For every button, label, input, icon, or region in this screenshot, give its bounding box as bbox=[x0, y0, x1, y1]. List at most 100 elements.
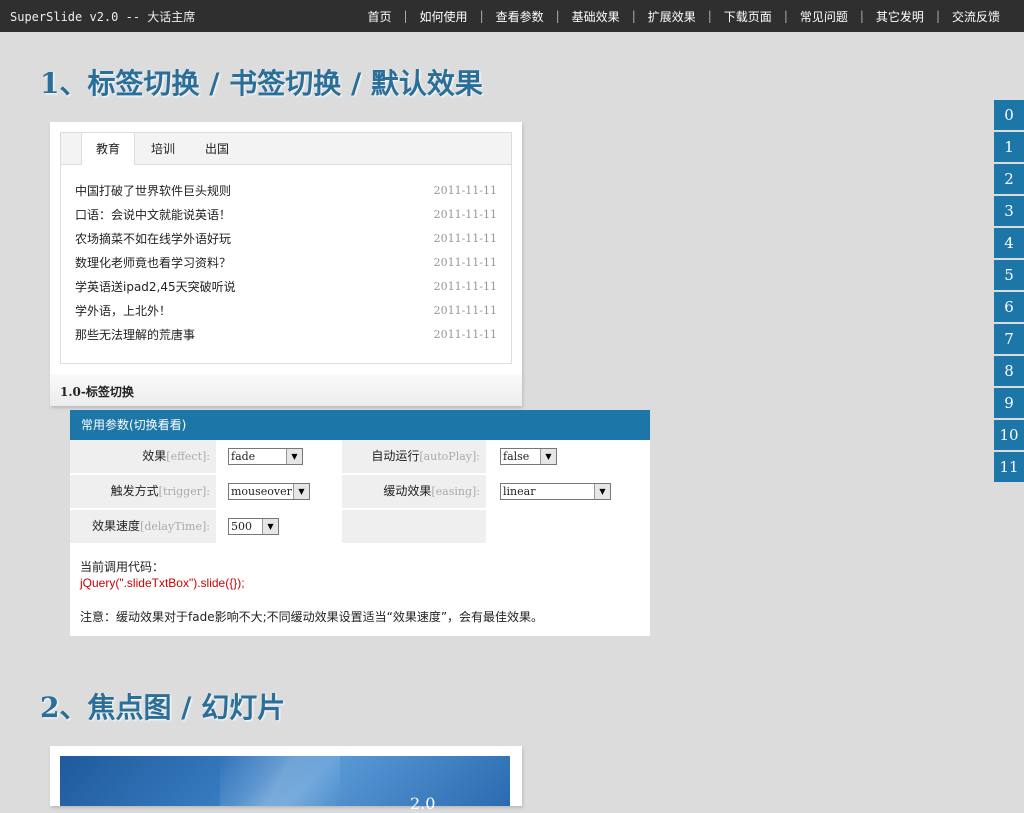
list-item: 中国打破了世界软件巨头规则 2011-11-11 bbox=[75, 179, 497, 203]
nav-view-params[interactable]: 查看参数 bbox=[484, 8, 556, 25]
easing-key: [easing]: bbox=[431, 485, 480, 498]
news-title-link[interactable]: 数理化老师竟也看学习资料？ bbox=[75, 251, 231, 275]
delay-label: 效果速度[delayTime]: bbox=[70, 510, 216, 543]
news-title-link[interactable]: 口语：会说中文就能说英语！ bbox=[75, 203, 231, 227]
news-title-link[interactable]: 中国打破了世界软件巨头规则 bbox=[75, 179, 231, 203]
chevron-down-icon: ▼ bbox=[594, 484, 610, 499]
nav-download[interactable]: 下载页面 bbox=[712, 8, 784, 25]
slideshow-card: 2.0 bbox=[50, 746, 522, 813]
nav-home[interactable]: 首页 bbox=[355, 8, 403, 25]
news-date: 2011-11-11 bbox=[433, 328, 497, 341]
list-item: 数理化老师竟也看学习资料？ 2011-11-11 bbox=[75, 251, 497, 275]
side-nav-item-2[interactable]: 2 bbox=[994, 164, 1024, 194]
tab-study-abroad[interactable]: 出国 bbox=[191, 133, 243, 165]
autoplay-key: [autoPlay]: bbox=[419, 450, 480, 463]
nav-other-inventions[interactable]: 其它发明 bbox=[864, 8, 936, 25]
news-date: 2011-11-11 bbox=[433, 280, 497, 293]
autoplay-cell: false ▼ bbox=[486, 440, 650, 473]
delay-value: 500 bbox=[231, 520, 252, 533]
nav-feedback[interactable]: 交流反馈 bbox=[940, 8, 1012, 25]
news-list: 中国打破了世界软件巨头规则 2011-11-11 口语：会说中文就能说英语！ 201… bbox=[75, 179, 497, 347]
slide-banner-image[interactable]: 2.0 bbox=[60, 756, 510, 813]
news-date: 2011-11-11 bbox=[433, 232, 497, 245]
side-nav-item-6[interactable]: 6 bbox=[994, 292, 1024, 322]
empty-label-cell bbox=[342, 510, 486, 543]
side-nav-item-11[interactable]: 11 bbox=[994, 452, 1024, 482]
code-snippet: jQuery(".slideTxtBox").slide({}); bbox=[80, 576, 245, 590]
demo-caption: 1.0-标签切换 bbox=[60, 385, 134, 399]
side-nav-item-8[interactable]: 8 bbox=[994, 356, 1024, 386]
site-brand[interactable]: SuperSlide v2.0 -- 大话主席 bbox=[10, 8, 195, 25]
banner-text: 2.0 bbox=[410, 794, 436, 813]
news-title-link[interactable]: 学外语，上北外！ bbox=[75, 299, 171, 323]
news-date: 2011-11-11 bbox=[433, 208, 497, 221]
trigger-value: mouseover bbox=[231, 485, 292, 498]
params-row: 效果[effect]: fade ▼ 自动运行[autoPlay]: false ▼ bbox=[70, 440, 650, 473]
autoplay-value: false bbox=[503, 450, 530, 463]
news-date: 2011-11-11 bbox=[433, 304, 497, 317]
slide-txt-box: 教育 培训 出国 中国打破了世界软件巨头规则 2011-11-11 口语：会说中文… bbox=[60, 132, 512, 364]
autoplay-label-text: 自动运行 bbox=[371, 449, 420, 463]
side-nav-item-7[interactable]: 7 bbox=[994, 324, 1024, 354]
section-title-tabs: 1、标签切换 / 书签切换 / 默认效果 bbox=[40, 67, 483, 100]
params-panel: 常用参数(切换看看) 效果[effect]: fade ▼ 自动运行[autoPl… bbox=[70, 410, 650, 636]
easing-label-text: 缓动效果 bbox=[383, 484, 432, 498]
chevron-down-icon: ▼ bbox=[262, 519, 278, 534]
params-row: 效果速度[delayTime]: 500 ▼ bbox=[70, 510, 650, 543]
list-item: 口语：会说中文就能说英语！ 2011-11-11 bbox=[75, 203, 497, 227]
easing-cell: linear ▼ bbox=[486, 475, 650, 508]
side-nav-item-5[interactable]: 5 bbox=[994, 260, 1024, 290]
effect-select[interactable]: fade ▼ bbox=[228, 448, 303, 465]
trigger-label-text: 触发方式 bbox=[110, 484, 159, 498]
news-title-link[interactable]: 学英语送ipad2,45天突破听说 bbox=[75, 275, 236, 299]
top-bar: SuperSlide v2.0 -- 大话主席 首页 | 如何使用 | 查看参数 | … bbox=[0, 0, 1024, 32]
list-item: 学英语送ipad2,45天突破听说 2011-11-11 bbox=[75, 275, 497, 299]
effect-cell: fade ▼ bbox=[216, 440, 342, 473]
news-date: 2011-11-11 bbox=[433, 256, 497, 269]
effect-label: 效果[effect]: bbox=[70, 440, 216, 473]
delay-label-text: 效果速度 bbox=[92, 519, 141, 533]
nav-extended-effects[interactable]: 扩展效果 bbox=[636, 8, 708, 25]
tab-education[interactable]: 教育 bbox=[81, 133, 136, 165]
delay-key: [delayTime]: bbox=[140, 520, 210, 533]
delay-cell: 500 ▼ bbox=[216, 510, 342, 543]
side-nav-item-10[interactable]: 10 bbox=[994, 420, 1024, 450]
news-title-link[interactable]: 农场摘菜不如在线学外语好玩 bbox=[75, 227, 231, 251]
delay-select[interactable]: 500 ▼ bbox=[228, 518, 279, 535]
tab-training[interactable]: 培训 bbox=[137, 133, 189, 165]
side-nav-item-9[interactable]: 9 bbox=[994, 388, 1024, 418]
params-row: 触发方式[trigger]: mouseover ▼ 缓动效果[easing]: … bbox=[70, 475, 650, 508]
trigger-key: [trigger]: bbox=[158, 485, 210, 498]
params-note: 注意：缓动效果对于fade影响不大;不同缓动效果设置适当“效果速度”，会有最佳效… bbox=[80, 610, 544, 624]
trigger-label: 触发方式[trigger]: bbox=[70, 475, 216, 508]
effect-label-text: 效果 bbox=[142, 449, 167, 463]
list-item: 学外语，上北外！ 2011-11-11 bbox=[75, 299, 497, 323]
side-nav-item-3[interactable]: 3 bbox=[994, 196, 1024, 226]
demo-caption-bar: 1.0-标签切换 bbox=[50, 374, 522, 406]
chevron-down-icon: ▼ bbox=[293, 484, 309, 499]
autoplay-label: 自动运行[autoPlay]: bbox=[342, 440, 486, 473]
effect-key: [effect]: bbox=[166, 450, 210, 463]
nav-basic-effects[interactable]: 基础效果 bbox=[560, 8, 632, 25]
easing-label: 缓动效果[easing]: bbox=[342, 475, 486, 508]
list-item: 那些无法理解的荒唐事 2011-11-11 bbox=[75, 323, 497, 347]
news-title-link[interactable]: 那些无法理解的荒唐事 bbox=[75, 323, 195, 347]
side-nav-item-1[interactable]: 1 bbox=[994, 132, 1024, 162]
autoplay-select[interactable]: false ▼ bbox=[500, 448, 557, 465]
easing-value: linear bbox=[503, 485, 536, 498]
side-nav-item-0[interactable]: 0 bbox=[994, 100, 1024, 130]
side-nav-item-4[interactable]: 4 bbox=[994, 228, 1024, 258]
side-index-nav: 0 1 2 3 4 5 6 7 8 9 10 11 bbox=[994, 100, 1024, 484]
trigger-cell: mouseover ▼ bbox=[216, 475, 342, 508]
list-item: 农场摘菜不如在线学外语好玩 2011-11-11 bbox=[75, 227, 497, 251]
trigger-select[interactable]: mouseover ▼ bbox=[228, 483, 310, 500]
tab-demo-card: 教育 培训 出国 中国打破了世界软件巨头规则 2011-11-11 口语：会说中文… bbox=[50, 122, 522, 406]
nav-how-to-use[interactable]: 如何使用 bbox=[408, 8, 480, 25]
effect-value: fade bbox=[231, 450, 256, 463]
section-title-slideshow: 2、焦点图 / 幻灯片 bbox=[40, 691, 286, 724]
light-beam-decoration bbox=[220, 756, 340, 806]
main-nav: 首页 | 如何使用 | 查看参数 | 基础效果 | 扩展效果 | 下载页面 | 常见问题 | … bbox=[355, 0, 1012, 32]
params-header: 常用参数(切换看看) bbox=[70, 410, 650, 440]
nav-faq[interactable]: 常见问题 bbox=[788, 8, 860, 25]
easing-select[interactable]: linear ▼ bbox=[500, 483, 611, 500]
